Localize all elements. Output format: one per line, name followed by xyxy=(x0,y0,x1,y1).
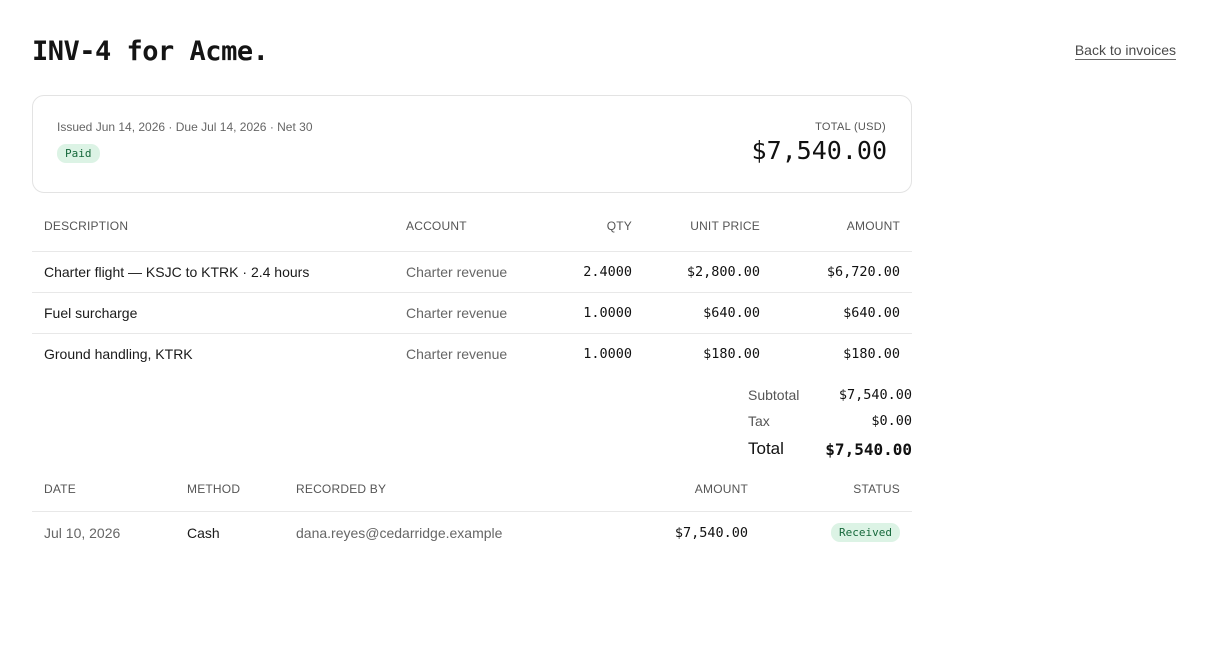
payment-status-cell: Received xyxy=(760,511,912,554)
table-row: Fuel surcharge Charter revenue 1.0000 $6… xyxy=(32,292,912,334)
tax-row: Tax $0.00 xyxy=(748,408,912,434)
subtotal-value: $7,540.00 xyxy=(838,387,912,403)
page-header: INV-4 for Acme. Back to invoices xyxy=(32,32,1176,72)
page-title: INV-4 for Acme. xyxy=(32,36,269,67)
line-items-header-row: DESCRIPTION ACCOUNT QTY UNIT PRICE AMOUN… xyxy=(32,201,912,252)
grand-total-row: Total $7,540.00 xyxy=(748,434,912,464)
subtotal-label: Subtotal xyxy=(748,387,800,403)
line-amount: $6,720.00 xyxy=(772,251,912,293)
line-account: Charter revenue xyxy=(406,345,508,362)
payment-amount: $7,540.00 xyxy=(674,524,748,541)
grand-total-value: $7,540.00 xyxy=(825,439,912,459)
payments-table: DATE METHOD RECORDED BY AMOUNT STATUS Ju… xyxy=(32,467,912,554)
back-to-invoices-link[interactable]: Back to invoices xyxy=(1074,41,1176,60)
payment-status-badge: Received xyxy=(831,523,900,543)
line-description: Fuel surcharge xyxy=(32,292,394,334)
column-header-qty: QTY xyxy=(544,201,644,252)
column-header-account: ACCOUNT xyxy=(394,201,544,252)
invoice-summary-card: Issued Jun 14, 2026 · Due Jul 14, 2026 ·… xyxy=(32,95,912,193)
column-header-method: METHOD xyxy=(175,467,284,512)
line-account: Charter revenue xyxy=(394,292,544,334)
line-qty: 1.0000 xyxy=(583,345,632,362)
payment-method: Cash xyxy=(187,524,220,541)
line-amount: $640.00 xyxy=(772,292,912,334)
payment-recorded-by: dana.reyes@cedarridge.example xyxy=(296,524,503,541)
line-unit-price: $640.00 xyxy=(644,292,772,334)
column-header-status: STATUS xyxy=(760,467,912,512)
status-badge: Paid xyxy=(57,144,100,163)
table-row: Charter flight — KSJC to KTRK · 2.4 hour… xyxy=(32,251,912,293)
line-unit-price: $2,800.00 xyxy=(644,251,772,293)
line-description: Charter flight — KSJC to KTRK · 2.4 hour… xyxy=(32,251,394,293)
line-description: Ground handling, KTRK xyxy=(44,345,193,362)
column-header-date: DATE xyxy=(32,467,175,512)
column-header-description: DESCRIPTION xyxy=(32,201,394,252)
total-label: TOTAL (USD) xyxy=(815,121,886,133)
grand-total-label: Total xyxy=(748,439,784,458)
line-items-table: DESCRIPTION ACCOUNT QTY UNIT PRICE AMOUN… xyxy=(32,201,912,374)
line-amount: $180.00 xyxy=(843,345,900,362)
line-qty: 2.4000 xyxy=(544,251,644,293)
invoice-totals: Subtotal $7,540.00 Tax $0.00 Total $7,54… xyxy=(748,382,912,464)
column-header-amount: AMOUNT xyxy=(772,201,912,252)
line-unit-price: $180.00 xyxy=(703,345,760,362)
payments-header-row: DATE METHOD RECORDED BY AMOUNT STATUS xyxy=(32,467,912,512)
payment-date: Jul 10, 2026 xyxy=(44,524,121,541)
tax-value: $0.00 xyxy=(871,413,912,429)
total-value: $7,540.00 xyxy=(751,136,887,165)
column-header-recorded-by: RECORDED BY xyxy=(284,467,614,512)
tax-label: Tax xyxy=(748,413,770,429)
table-row: Ground handling, KTRK Charter revenue 1.… xyxy=(32,333,912,374)
line-account: Charter revenue xyxy=(394,251,544,293)
issued-due-terms: Issued Jun 14, 2026 · Due Jul 14, 2026 ·… xyxy=(57,120,313,134)
table-row: Jul 10, 2026 Cash dana.reyes@cedarridge.… xyxy=(32,511,912,554)
column-header-unit-price: UNIT PRICE xyxy=(644,201,772,252)
line-qty: 1.0000 xyxy=(544,292,644,334)
column-header-payment-amount: AMOUNT xyxy=(614,467,760,512)
subtotal-row: Subtotal $7,540.00 xyxy=(748,382,912,408)
